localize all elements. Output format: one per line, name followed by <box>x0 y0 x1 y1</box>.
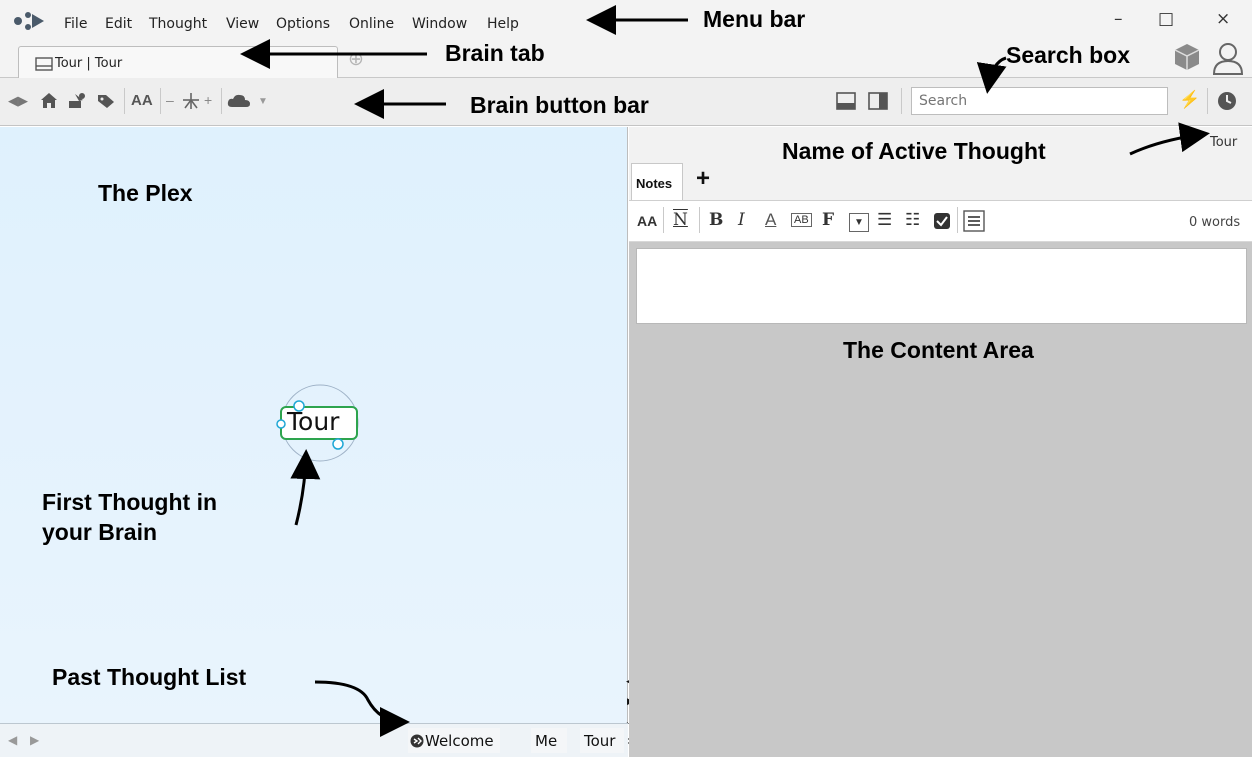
annotation-arrows <box>240 5 1210 737</box>
user-profile-icon[interactable] <box>1211 40 1245 76</box>
cube-icon[interactable] <box>1172 42 1202 72</box>
